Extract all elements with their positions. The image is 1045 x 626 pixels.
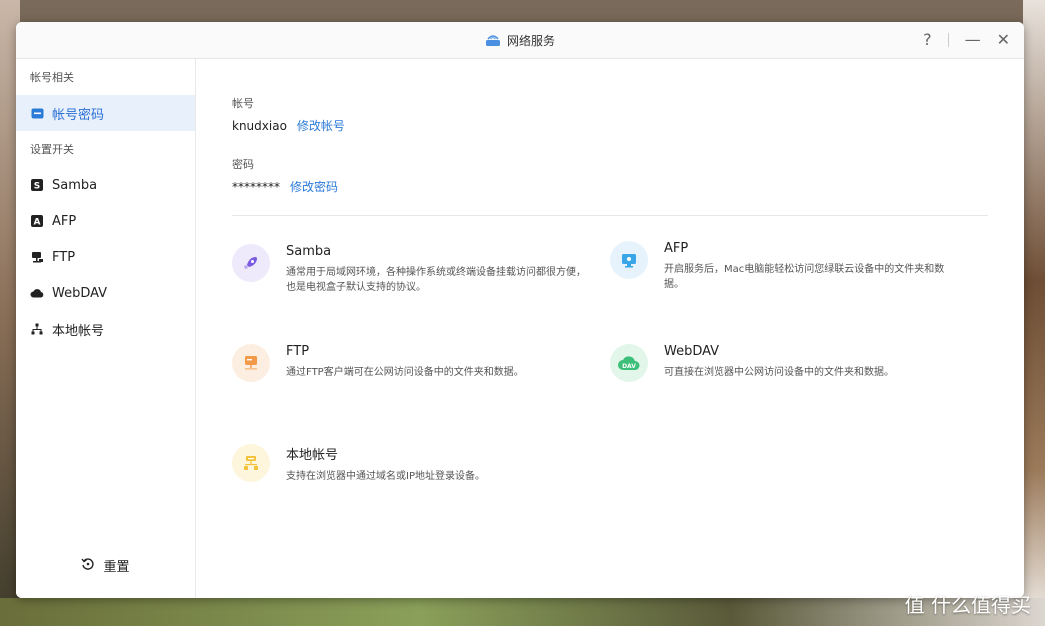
ftp-icon — [30, 250, 44, 264]
change-password-link[interactable]: 修改密码 — [290, 178, 338, 195]
sidebar-item-label: FTP — [52, 249, 76, 265]
sidebar-item-afp[interactable]: A AFP — [16, 203, 195, 239]
services-grid: Samba 通常用于局域网环境，各种操作系统或终端设备挂载访问都很方便，也是电视… — [232, 216, 988, 516]
service-card-samba[interactable]: Samba 通常用于局域网环境，各种操作系统或终端设备挂载访问都很方便，也是电视… — [232, 244, 592, 295]
service-description: 开启服务后，Mac电脑能轻松访问您绿联云设备中的文件夹和数据。 — [664, 264, 945, 290]
username-row: knudxiao 修改帐号 — [232, 117, 988, 134]
org-chart-icon — [232, 444, 270, 482]
service-title: Samba — [286, 244, 332, 259]
sidebar-item-account-password[interactable]: 帐号密码 — [16, 95, 195, 131]
window-controls: ? — ✕ — [923, 22, 1010, 58]
service-card-webdav[interactable]: DAV WebDAV 可直接在浏览器中公网访问设备中的文件夹和数据。 — [610, 344, 970, 382]
service-card-afp[interactable]: AFP 开启服务后，Mac电脑能轻松访问您绿联云设备中的文件夹和数据。 — [610, 241, 970, 292]
desktop-background-bottom — [0, 598, 1045, 626]
password-label: 密码 — [232, 158, 254, 171]
service-title: FTP — [286, 344, 310, 359]
window-title: 网络服务 — [506, 33, 555, 48]
help-button[interactable]: ? — [923, 32, 932, 48]
samba-icon: S — [30, 178, 44, 192]
password-value: ******** — [232, 179, 280, 194]
change-username-link[interactable]: 修改帐号 — [297, 117, 345, 134]
reset-icon — [81, 557, 95, 575]
window-title-group: 网络服务 — [485, 32, 555, 49]
username-label: 帐号 — [232, 97, 254, 110]
svg-text:A: A — [34, 218, 41, 228]
sidebar-item-label: 帐号密码 — [52, 107, 105, 123]
service-description: 可直接在浏览器中公网访问设备中的文件夹和数据。 — [664, 367, 894, 378]
controls-divider — [947, 33, 949, 47]
network-services-window: 网络服务 ? — ✕ 帐号相关 帐号密码 设置开关 S Samba A AFP … — [16, 22, 1024, 598]
monitor-icon — [610, 241, 648, 279]
password-row: ******** 修改密码 — [232, 178, 988, 195]
sidebar-item-label: Samba — [52, 177, 98, 193]
close-button[interactable]: ✕ — [997, 32, 1010, 48]
dav-cloud-icon: DAV — [610, 344, 648, 382]
reset-button[interactable]: 重置 — [16, 556, 195, 575]
sidebar-item-label: 本地帐号 — [52, 323, 105, 339]
sidebar-item-local-account[interactable]: 本地帐号 — [16, 311, 195, 347]
sidebar: 帐号相关 帐号密码 设置开关 S Samba A AFP FTP WebDAV … — [16, 59, 196, 598]
sidebar-group-settings: 设置开关 — [30, 143, 74, 156]
service-title: WebDAV — [664, 344, 720, 359]
service-description: 通常用于局域网环境，各种操作系统或终端设备挂载访问都很方便，也是电视盒子默认支持… — [286, 267, 586, 293]
watermark: 值 什么值得买 — [904, 593, 1031, 617]
network-icon — [30, 322, 44, 336]
svg-text:DAV: DAV — [622, 363, 636, 370]
service-card-ftp[interactable]: FTP 通过FTP客户端可在公网访问设备中的文件夹和数据。 — [232, 344, 592, 382]
afp-icon: A — [30, 214, 44, 228]
ftp-server-icon — [232, 344, 270, 382]
network-service-icon — [485, 33, 501, 47]
service-description: 支持在浏览器中通过域名或IP地址登录设备。 — [286, 471, 485, 482]
card-icon — [30, 106, 44, 120]
sidebar-item-webdav[interactable]: WebDAV — [16, 275, 195, 311]
titlebar: 网络服务 ? — ✕ — [16, 22, 1024, 59]
sidebar-item-label: WebDAV — [52, 285, 108, 301]
rocket-icon — [232, 244, 270, 282]
sidebar-group-account: 帐号相关 — [30, 71, 74, 84]
sidebar-item-label: AFP — [52, 213, 77, 229]
service-card-local-account[interactable]: 本地帐号 支持在浏览器中通过域名或IP地址登录设备。 — [232, 444, 592, 484]
service-title: 本地帐号 — [286, 448, 339, 463]
service-description: 通过FTP客户端可在公网访问设备中的文件夹和数据。 — [286, 367, 524, 378]
username-value: knudxiao — [232, 118, 287, 133]
minimize-button[interactable]: — — [965, 32, 981, 48]
sidebar-item-ftp[interactable]: FTP — [16, 239, 195, 275]
svg-text:S: S — [34, 182, 40, 192]
main-content: 帐号 knudxiao 修改帐号 密码 ******** 修改密码 Samba — [196, 59, 1024, 598]
desktop-background-right — [1023, 0, 1045, 626]
reset-label: 重置 — [103, 560, 130, 575]
service-title: AFP — [664, 241, 689, 256]
cloud-icon — [30, 286, 44, 300]
sidebar-item-samba[interactable]: S Samba — [16, 167, 195, 203]
